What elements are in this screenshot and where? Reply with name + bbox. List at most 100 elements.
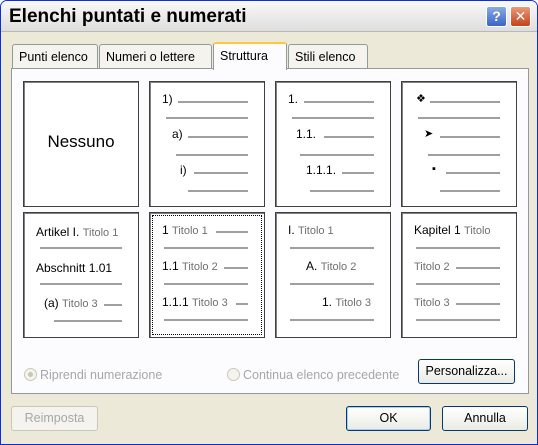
style-text: Titolo xyxy=(464,225,491,237)
level-line xyxy=(342,172,374,174)
level-line xyxy=(418,117,500,119)
help-icon[interactable]: ? xyxy=(486,6,507,27)
level-3-label: 1.1.1. xyxy=(306,163,337,177)
level-3-label: i) xyxy=(180,163,187,177)
level-3-label: 1.1.1 Titolo 3 xyxy=(162,295,228,309)
tab-panel: Nessuno 1) a) i) 1. 1.1. 1.1.1. ❖ ➤ ▪ Ar… xyxy=(11,68,529,394)
level-3-label: 1. Titolo 3 xyxy=(322,295,371,309)
style-text: Titolo 2 xyxy=(414,261,450,273)
level-line xyxy=(104,304,122,306)
level-line xyxy=(40,283,122,285)
level-line xyxy=(428,154,500,156)
restart-numbering-radio[interactable]: Riprendi numerazione xyxy=(24,368,162,382)
style-text: Titolo 2 xyxy=(182,261,218,273)
level-line xyxy=(164,283,248,285)
style-text: Titolo 2 xyxy=(320,261,357,273)
level-line xyxy=(446,172,500,174)
level-line xyxy=(416,283,500,285)
style-text: Titolo 1 xyxy=(82,227,119,239)
tab-numeri-lettere[interactable]: Numeri o lettere xyxy=(99,44,212,69)
level-2-label: Titolo 2 xyxy=(414,259,450,273)
level-line xyxy=(456,267,500,269)
list-style-symbols[interactable]: ❖ ➤ ▪ xyxy=(401,81,517,207)
restart-numbering-label: Riprendi numerazione xyxy=(40,368,163,382)
tab-label: Punti elenco xyxy=(19,50,88,64)
level-line xyxy=(310,190,374,192)
list-style-heading-numbered[interactable]: 1 Titolo 1 1.1 Titolo 2 1.1.1 Titolo 3 xyxy=(149,212,265,338)
list-style-artikel[interactable]: Artikel I. Titolo 1 Abschnitt 1.01 (a) T… xyxy=(23,212,139,338)
ok-button[interactable]: OK xyxy=(346,406,431,431)
level-3-label: (a) Titolo 3 xyxy=(44,296,98,310)
level-line xyxy=(440,136,500,138)
level-1-label: 1) xyxy=(162,92,173,106)
level-line xyxy=(324,136,374,138)
level-line xyxy=(440,190,500,192)
number-text: 1 xyxy=(162,223,169,237)
tab-stili-elenco[interactable]: Stili elenco xyxy=(288,44,368,69)
number-text: 1. xyxy=(322,295,333,309)
number-text: 1.1.1 xyxy=(162,295,189,309)
number-text: (a) xyxy=(44,296,59,310)
style-text: Titolo 1 xyxy=(172,225,208,237)
level-line xyxy=(224,267,248,269)
level-1-label: 1 Titolo 1 xyxy=(162,223,208,237)
level-line xyxy=(290,283,374,285)
style-text: Titolo 3 xyxy=(192,297,228,309)
list-style-decimal[interactable]: 1. 1.1. 1.1.1. xyxy=(275,81,391,207)
tab-label: Numeri o lettere xyxy=(106,50,195,64)
list-style-kapitel[interactable]: Kapitel 1 Titolo Titolo 2 Titolo 3 xyxy=(401,212,517,338)
number-text: I. xyxy=(288,223,295,237)
level-1-label: Kapitel 1 Titolo xyxy=(414,223,491,237)
level-line xyxy=(176,154,248,156)
customize-button[interactable]: Personalizza... xyxy=(418,359,515,384)
title-bar: Elenchi puntati e numerati ? ✕ xyxy=(1,1,537,32)
tab-punti-elenco[interactable]: Punti elenco xyxy=(12,44,98,69)
level-line xyxy=(164,319,248,321)
level-line xyxy=(54,320,122,322)
list-style-numbered-paren[interactable]: 1) a) i) xyxy=(149,81,265,207)
level-2-label: 1.1 Titolo 2 xyxy=(162,259,218,273)
level-line xyxy=(290,319,374,321)
level-line xyxy=(416,247,500,249)
number-text: 1.1 xyxy=(162,259,179,273)
radio-icon xyxy=(24,368,37,381)
continue-list-radio[interactable]: Continua elenco precedente xyxy=(227,368,399,382)
reset-button[interactable]: Reimposta xyxy=(11,406,98,431)
list-style-roman[interactable]: I. Titolo 1 A. Titolo 2 1. Titolo 3 xyxy=(275,212,391,338)
style-text: Titolo 3 xyxy=(62,298,98,310)
level-line xyxy=(290,247,374,249)
level-2-label: Abschnitt 1.01 xyxy=(36,261,113,275)
tab-struttura[interactable]: Struttura xyxy=(213,42,287,70)
level-line xyxy=(166,117,248,119)
tab-label: Struttura xyxy=(220,49,268,63)
level-line xyxy=(40,247,122,249)
number-text: Artikel I. xyxy=(36,225,80,239)
arrow-bullet-icon: ➤ xyxy=(424,128,434,140)
level-line xyxy=(304,101,374,103)
cancel-button[interactable]: Annulla xyxy=(442,406,528,431)
style-text: Titolo 3 xyxy=(335,297,372,309)
style-text: Titolo 1 xyxy=(298,225,334,237)
level-3-label: Titolo 3 xyxy=(414,295,450,309)
continue-list-label: Continua elenco precedente xyxy=(243,368,400,382)
level-line xyxy=(300,154,374,156)
radio-icon xyxy=(227,368,240,381)
dialog-window: Elenchi puntati e numerati ? ✕ Punti ele… xyxy=(0,0,538,445)
style-text: Titolo 3 xyxy=(414,297,450,309)
list-style-none[interactable]: Nessuno xyxy=(23,81,139,207)
square-bullet-icon: ▪ xyxy=(432,163,436,175)
level-line xyxy=(236,303,248,305)
close-icon[interactable]: ✕ xyxy=(510,6,531,27)
level-line xyxy=(292,117,374,119)
none-label: Nessuno xyxy=(47,132,115,151)
tab-label: Stili elenco xyxy=(295,50,356,64)
level-line xyxy=(178,101,248,103)
level-line xyxy=(416,319,500,321)
number-text: Kapitel 1 xyxy=(414,223,461,237)
level-2-label: A. Titolo 2 xyxy=(306,259,356,273)
level-2-label: a) xyxy=(172,127,183,141)
level-line xyxy=(430,101,500,103)
level-line xyxy=(188,190,248,192)
level-line xyxy=(456,303,500,305)
level-line xyxy=(188,136,248,138)
